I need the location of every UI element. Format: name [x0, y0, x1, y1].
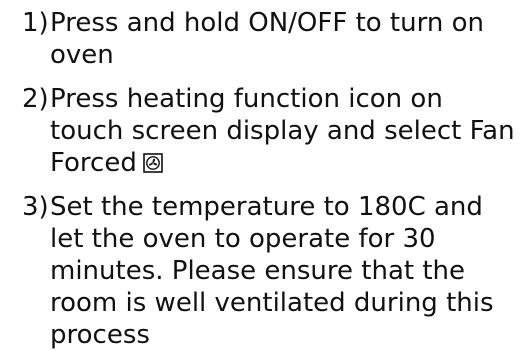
step-2-body: Press heating function icon on touch scr…	[50, 83, 522, 179]
step-3: 3) Set the temperature to 180C and let t…	[22, 191, 522, 351]
step-3-text: Set the temperature to 180C and let the …	[50, 192, 494, 350]
step-1: 1) Press and hold ON/OFF to turn on oven	[22, 7, 522, 71]
step-1-text: Press and hold ON/OFF to turn on oven	[50, 8, 484, 70]
instruction-steps: 1) Press and hold ON/OFF to turn on oven…	[22, 7, 522, 351]
step-2-text: Press heating function icon on touch scr…	[50, 84, 515, 178]
step-2: 2) Press heating function icon on touch …	[22, 83, 522, 179]
step-2-number: 2)	[22, 84, 49, 114]
step-1-number: 1)	[22, 8, 49, 38]
step-3-number: 3)	[22, 192, 49, 222]
fan-forced-icon	[143, 149, 163, 173]
